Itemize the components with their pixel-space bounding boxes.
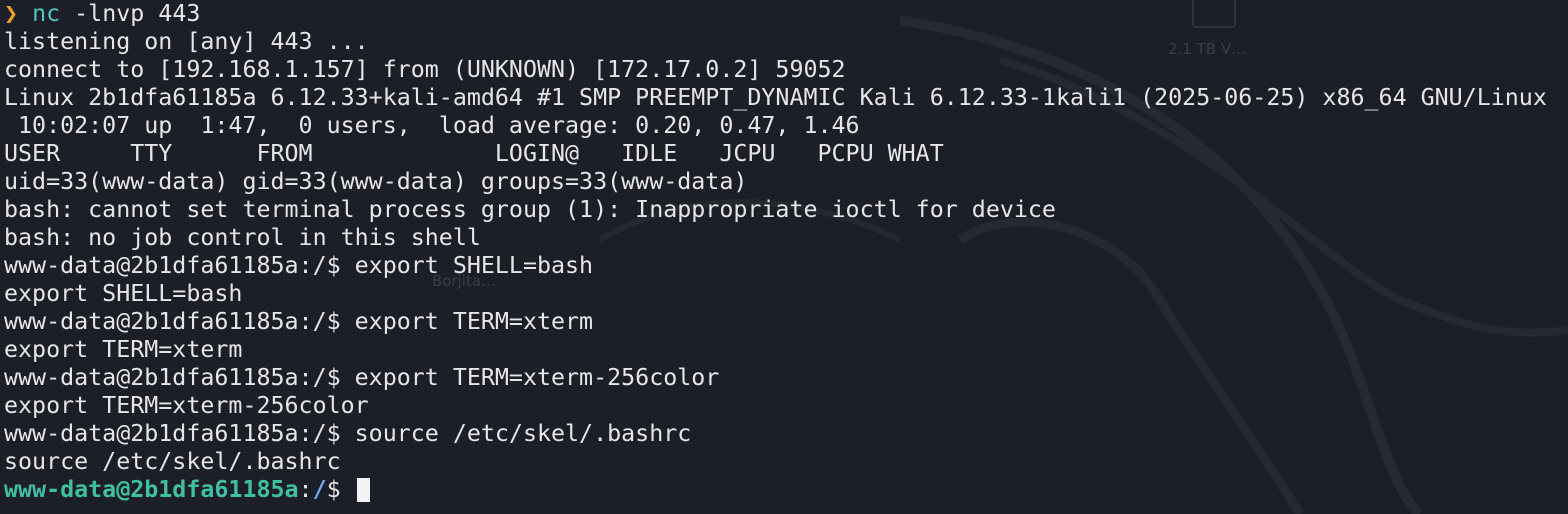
output-line: bash: no job control in this shell [4, 224, 481, 251]
command-args: -lnvp 443 [60, 0, 201, 27]
prompt-symbol: $ [326, 476, 355, 503]
output-line: 10:02:07 up 1:47, 0 users, load average:… [4, 112, 860, 139]
prompt-separator: : [298, 476, 313, 503]
output-line: www-data@2b1dfa61185a:/$ export TERM=xte… [4, 308, 594, 335]
output-line: uid=33(www-data) gid=33(www-data) groups… [4, 168, 748, 195]
prompt-user-host: www-data@2b1dfa61185a [4, 476, 299, 503]
output-line: Linux 2b1dfa61185a 6.12.33+kali-amd64 #1… [4, 84, 1547, 111]
output-line: export TERM=xterm-256color [4, 392, 369, 419]
output-line: www-data@2b1dfa61185a:/$ export TERM=xte… [4, 364, 720, 391]
output-line: USER TTY FROM LOGIN@ IDLE JCPU PCPU WHAT [4, 140, 944, 167]
output-line: listening on [any] 443 ... [4, 28, 369, 55]
output-line: connect to [192.168.1.157] from (UNKNOWN… [4, 56, 846, 83]
terminal-window[interactable]: 2.1 TB V… Borjita… ❯ nc -lnvp 443 listen… [0, 0, 1568, 514]
output-line: source /etc/skel/.bashrc [4, 448, 341, 475]
output-line: www-data@2b1dfa61185a:/$ source /etc/ske… [4, 420, 692, 447]
output-line: bash: cannot set terminal process group … [4, 196, 1056, 223]
output-line: www-data@2b1dfa61185a:/$ export SHELL=ba… [4, 252, 594, 279]
command-program: nc [32, 0, 61, 27]
text-cursor[interactable] [356, 478, 370, 502]
prompt-arrow-icon: ❯ [4, 0, 19, 27]
terminal-output: ❯ nc -lnvp 443 listening on [any] 443 ..… [4, 0, 1568, 504]
command-line: ❯ nc -lnvp 443 [4, 0, 1568, 28]
active-prompt-line[interactable]: www-data@2b1dfa61185a:/$ [4, 476, 1568, 504]
output-line: export TERM=xterm [4, 336, 243, 363]
output-line: export SHELL=bash [4, 280, 243, 307]
prompt-path: / [312, 476, 327, 503]
